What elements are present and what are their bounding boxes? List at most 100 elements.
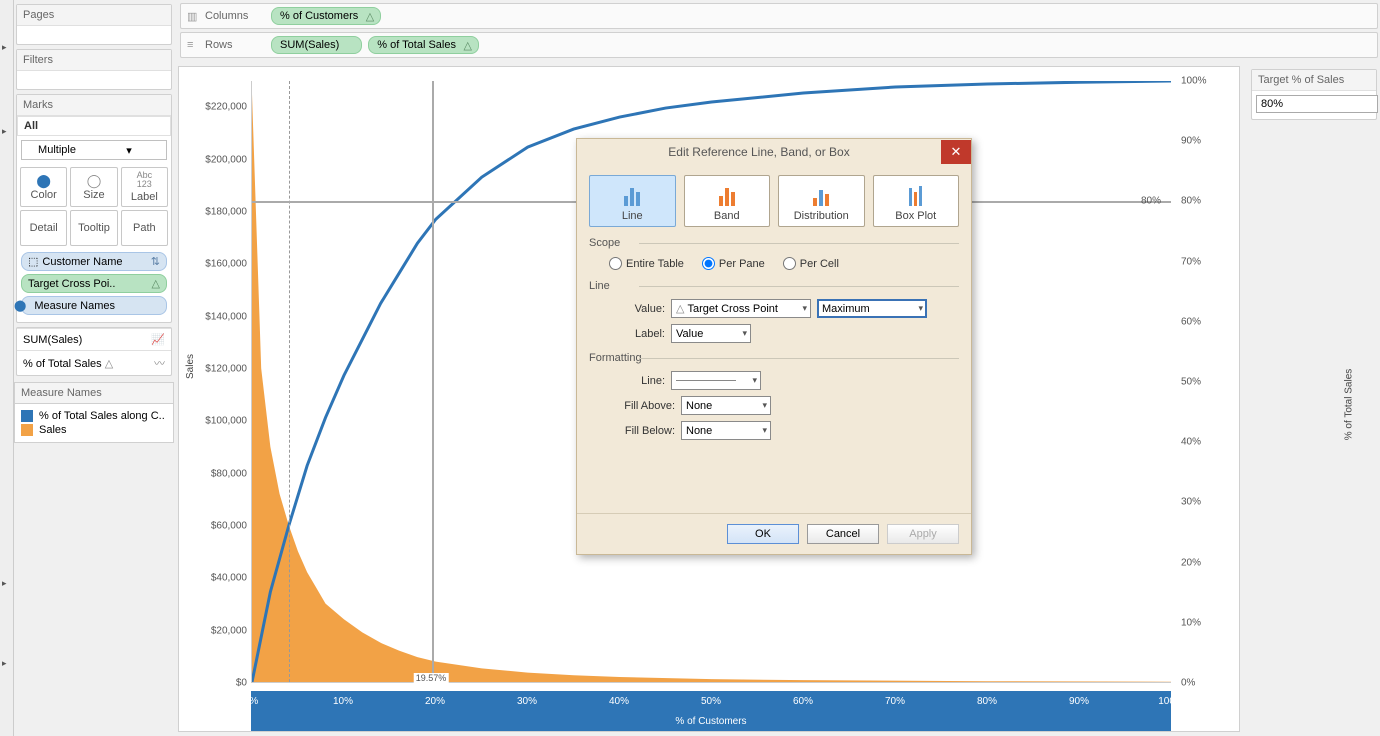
y-left-tick: $160,000	[201, 259, 247, 270]
chevron-down-icon: ▾	[802, 303, 807, 314]
chevron-down-icon: ▾	[762, 400, 767, 411]
pill-target-cross[interactable]: Target Cross Poi.. △	[21, 274, 167, 293]
measure-summary-card: SUM(Sales) 📈 % of Total Sales △ 〰	[16, 327, 172, 376]
pill-customer-name[interactable]: ⬚ Customer Name ⇅	[21, 252, 167, 271]
scope-entire-table[interactable]: Entire Table	[609, 257, 684, 270]
mark-color-btn[interactable]: ⬤Color	[20, 167, 67, 207]
y-left-tick: $140,000	[201, 311, 247, 322]
legend-title: Measure Names	[14, 382, 174, 404]
value-field-select[interactable]: △Target Cross Point▾	[671, 299, 811, 318]
line-style-select[interactable]: ▾	[671, 371, 761, 390]
left-collapse-strip[interactable]: ▸ ▸ ▸ ▸	[0, 0, 14, 736]
rows-icon: ≡	[187, 39, 199, 51]
value-agg-select[interactable]: Maximum▾	[817, 299, 927, 318]
target-pct-card: Target % of Sales	[1251, 69, 1377, 120]
tab-distribution[interactable]: Distribution	[778, 175, 865, 227]
apply-button[interactable]: Apply	[887, 524, 959, 544]
marks-grid: ⬤Color ◯Size Abc123Label Detail Tooltip …	[17, 164, 171, 249]
area-chart-icon: 📈	[151, 333, 165, 346]
mark-size-btn[interactable]: ◯Size	[70, 167, 117, 207]
dialog-body: Line Band Distribution Box Plot Scope En…	[577, 165, 971, 453]
label-label: Label:	[609, 328, 665, 340]
line-style-label: Line:	[609, 375, 665, 387]
legend-swatch	[21, 410, 33, 422]
columns-pill[interactable]: % of Customers △	[271, 7, 381, 25]
color-icon: ⬤	[36, 174, 51, 187]
line-chart-icon: 〰	[154, 355, 165, 371]
y-left-tick: $60,000	[201, 520, 247, 531]
y-right-tick: 70%	[1181, 256, 1221, 267]
y-left-tick: $100,000	[201, 416, 247, 427]
delta-icon: △	[464, 39, 472, 52]
formatting-label: Formatting	[589, 352, 959, 364]
pill-measure-names[interactable]: ⬤ Measure Names	[21, 296, 167, 315]
mark-path-btn[interactable]: Path	[121, 210, 168, 246]
label-icon: Abc123	[137, 171, 153, 189]
side-panel: Pages Filters Marks All Multiple ▾ ⬤Colo…	[14, 0, 174, 736]
dialog-tabs: Line Band Distribution Box Plot	[589, 175, 959, 227]
y-right-tick: 20%	[1181, 557, 1221, 568]
fill-below-select[interactable]: None▾	[681, 421, 771, 440]
fill-above-select[interactable]: None▾	[681, 396, 771, 415]
mark-type-select[interactable]: Multiple ▾	[21, 140, 167, 160]
color-icon: ⬤	[14, 299, 26, 312]
rows-pill-1[interactable]: SUM(Sales)	[271, 36, 362, 54]
legend-body: % of Total Sales along C.. Sales	[14, 404, 174, 443]
y-left-tick: $0	[201, 678, 247, 689]
legend-item-2[interactable]: Sales	[21, 424, 167, 436]
y-left-tick: $180,000	[201, 206, 247, 217]
label-select[interactable]: Value▾	[671, 324, 751, 343]
scope-per-pane[interactable]: Per Pane	[702, 257, 765, 270]
x-tick: 60%	[793, 696, 813, 707]
y-left-tick: $120,000	[201, 363, 247, 374]
mark-detail-btn[interactable]: Detail	[20, 210, 67, 246]
box-tab-icon	[909, 182, 922, 206]
marks-all[interactable]: All	[17, 116, 171, 136]
tab-band[interactable]: Band	[684, 175, 771, 227]
value-label: Value:	[609, 303, 665, 315]
tab-line[interactable]: Line	[589, 175, 676, 227]
scope-label: Scope	[589, 237, 959, 249]
reference-80-label: 80%	[1141, 196, 1161, 207]
x-tick: 10%	[333, 696, 353, 707]
dialog-titlebar[interactable]: Edit Reference Line, Band, or Box ✕	[577, 139, 971, 165]
y-axis-right-label: % of Total Sales	[1344, 305, 1355, 505]
target-pct-input[interactable]	[1256, 95, 1378, 113]
close-button[interactable]: ✕	[941, 140, 971, 164]
pages-body[interactable]	[17, 26, 171, 44]
ok-button[interactable]: OK	[727, 524, 799, 544]
filters-body[interactable]	[17, 71, 171, 89]
y-left-tick: $20,000	[201, 625, 247, 636]
rows-shelf[interactable]: ≡ Rows SUM(Sales) % of Total Sales △	[180, 32, 1378, 58]
sum-sales-row[interactable]: SUM(Sales) 📈	[17, 328, 171, 350]
band-tab-icon	[719, 182, 735, 206]
tab-boxplot[interactable]: Box Plot	[873, 175, 960, 227]
pct-total-row[interactable]: % of Total Sales △ 〰	[17, 350, 171, 375]
chevron-right-icon: ▸	[2, 126, 7, 137]
legend-item-1[interactable]: % of Total Sales along C..	[21, 410, 167, 422]
pill-icon: ⬚	[28, 255, 38, 268]
rows-pill-2[interactable]: % of Total Sales △	[368, 36, 479, 54]
chevron-down-icon: ▾	[742, 328, 747, 339]
marks-card: Marks All Multiple ▾ ⬤Color ◯Size Abc123…	[16, 94, 172, 323]
edit-reference-dialog: Edit Reference Line, Band, or Box ✕ Line…	[576, 138, 972, 555]
mark-type-value: Multiple	[22, 141, 92, 159]
filters-card: Filters	[16, 49, 172, 90]
scope-per-cell[interactable]: Per Cell	[783, 257, 839, 270]
cancel-button[interactable]: Cancel	[807, 524, 879, 544]
y-right-tick: 80%	[1181, 196, 1221, 207]
y-left-tick: $200,000	[201, 154, 247, 165]
dialog-footer: OK Cancel Apply	[577, 513, 971, 554]
y-right-tick: 0%	[1181, 678, 1221, 689]
mark-tooltip-btn[interactable]: Tooltip	[70, 210, 117, 246]
pages-card: Pages	[16, 4, 172, 45]
chevron-down-icon: ▾	[762, 425, 767, 436]
legend-swatch	[21, 424, 33, 436]
shelves: ▥ Columns % of Customers △ ≡ Rows SUM(Sa…	[178, 0, 1380, 61]
mark-label-btn[interactable]: Abc123Label	[121, 167, 168, 207]
chevron-right-icon: ▸	[2, 42, 7, 53]
columns-shelf[interactable]: ▥ Columns % of Customers △	[180, 3, 1378, 29]
y-axis-left-label: Sales	[185, 354, 196, 379]
filters-title: Filters	[17, 50, 171, 71]
fill-below-label: Fill Below:	[609, 425, 675, 437]
